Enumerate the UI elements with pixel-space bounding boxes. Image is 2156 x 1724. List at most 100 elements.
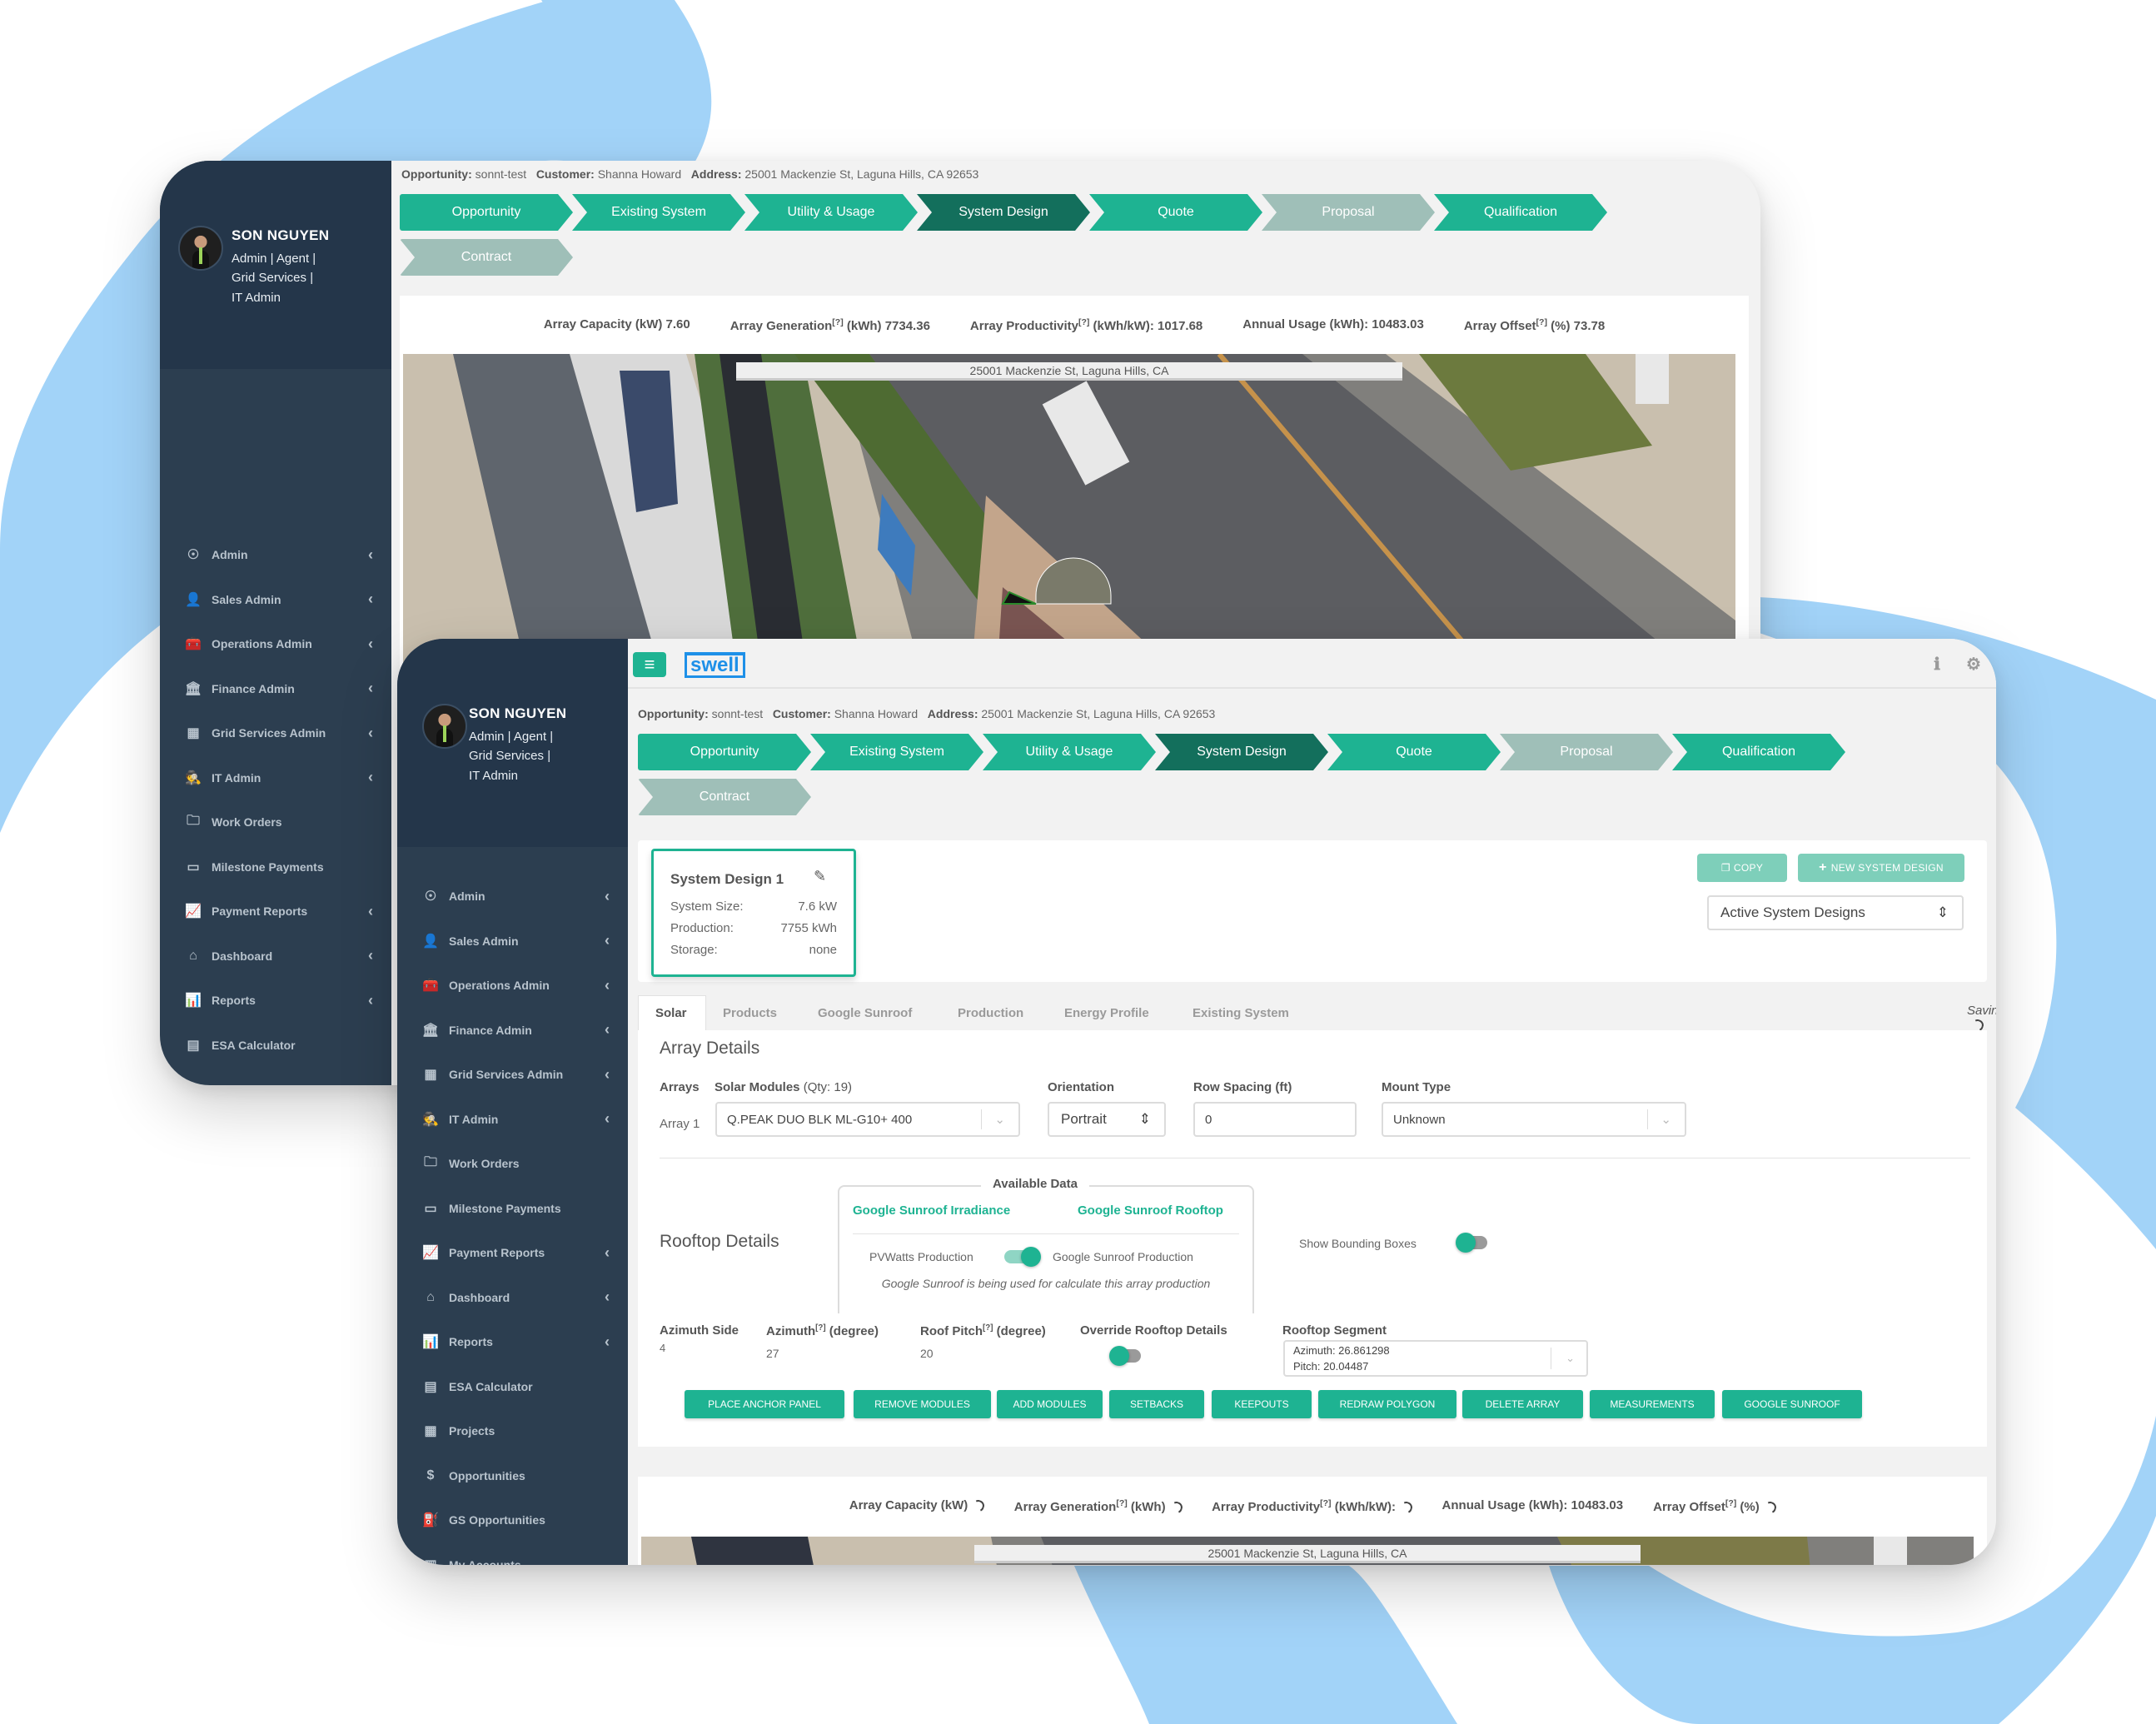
calculator-icon: ▤ (424, 1379, 437, 1394)
sidebar-item-work-orders[interactable]: 🗀 Work Orders (160, 810, 391, 835)
sidebar-item-dashboard[interactable]: ⌂ Dashboard ‹ (160, 944, 391, 969)
info-icon[interactable]: ℹ (1927, 654, 1947, 674)
redraw-polygon-button[interactable]: REDRAW POLYGON (1318, 1390, 1456, 1418)
pencil-icon[interactable]: ✎ (814, 868, 826, 885)
grid-icon: ▦ (424, 1424, 437, 1438)
step-system-design[interactable]: System Design (1155, 734, 1328, 770)
sunroof-irradiance-link[interactable]: Google Sunroof Irradiance (853, 1203, 1010, 1218)
keepouts-button[interactable]: KEEPOUTS (1212, 1390, 1312, 1418)
delete-array-button[interactable]: DELETE ARRAY (1462, 1390, 1583, 1418)
measurements-button[interactable]: MEASUREMENTS (1590, 1390, 1715, 1418)
sidebar-item-my-accounts[interactable]: ▥ My Accounts (397, 1552, 628, 1566)
sidebar-item-work-orders[interactable]: 🗀 Work Orders (397, 1151, 628, 1176)
solar-module-select[interactable]: Q.PEAK DUO BLK ML-G10+ 400 ⌄ (715, 1102, 1020, 1137)
step-utility-usage[interactable]: Utility & Usage (983, 734, 1156, 770)
credit-card-icon: ▭ (187, 860, 200, 874)
step-quote[interactable]: Quote (1089, 194, 1262, 231)
swell-logo[interactable]: swell (685, 652, 745, 678)
array-details-title: Array Details (660, 1039, 760, 1058)
sunroof-rooftop-link[interactable]: Google Sunroof Rooftop (1078, 1203, 1223, 1218)
tab-google-sunroof[interactable]: Google Sunroof (801, 995, 941, 1030)
bounding-boxes-toggle[interactable] (1456, 1232, 1489, 1253)
tab-energy-profile[interactable]: Energy Profile (1048, 995, 1176, 1030)
step-existing-system[interactable]: Existing System (810, 734, 983, 770)
step-contract[interactable]: Contract (400, 239, 573, 276)
map-address-bar: 25001 Mackenzie St, Laguna Hills, CA (736, 362, 1402, 381)
sidebar-item-reports[interactable]: 📊 Reports ‹ (397, 1329, 628, 1354)
step-proposal[interactable]: Proposal (1500, 734, 1673, 770)
step-qualification[interactable]: Qualification (1434, 194, 1607, 231)
sidebar-item-finance-admin[interactable]: 🏛 Finance Admin ‹ (160, 676, 391, 701)
dollar-icon: $ (426, 1467, 435, 1482)
tab-products[interactable]: Products (706, 995, 801, 1030)
sidebar-item-finance-admin[interactable]: 🏛 Finance Admin ‹ (397, 1018, 628, 1043)
step-opportunity[interactable]: Opportunity (638, 734, 811, 770)
google-sunroof-button[interactable]: GOOGLE SUNROOF (1722, 1390, 1862, 1418)
mount-type-select[interactable]: Unknown ⌄ (1382, 1102, 1686, 1137)
system-design-card[interactable]: System Design 1 ✎ System Size: 7.6 kW Prod… (651, 849, 856, 977)
satellite-map[interactable]: 25001 Mackenzie St, Laguna Hills, CA (641, 1537, 1974, 1565)
sidebar-item-esa-calculator[interactable]: ▤ ESA Calculator (160, 1033, 391, 1058)
setbacks-button[interactable]: SETBACKS (1109, 1390, 1204, 1418)
step-system-design[interactable]: System Design (917, 194, 1090, 231)
rooftop-segment-select[interactable]: Azimuth: 26.861298 Pitch: 20.04487 ⌄ (1283, 1340, 1588, 1377)
step-quote[interactable]: Quote (1327, 734, 1501, 770)
sidebar-item-sales-admin[interactable]: 👤 Sales Admin ‹ (160, 587, 391, 612)
sidebar-item-it-admin[interactable]: 🕵 IT Admin ‹ (397, 1107, 628, 1132)
step-proposal[interactable]: Proposal (1262, 194, 1435, 231)
new-system-design-button[interactable]: + NEW SYSTEM DESIGN (1798, 854, 1964, 882)
menu-toggle-button[interactable]: ≡ (633, 652, 666, 677)
sidebar-item-grid-services-admin[interactable]: ▦ Grid Services Admin ‹ (397, 1062, 628, 1087)
sidebar-item-label: IT Admin (449, 1112, 499, 1126)
sunroof-production-label: Google Sunroof Production (1053, 1250, 1193, 1263)
tab-production[interactable]: Production (941, 995, 1048, 1030)
sidebar-item-payment-reports[interactable]: 📈 Payment Reports ‹ (160, 899, 391, 924)
sidebar-item-milestone-payments[interactable]: ▭ Milestone Payments (160, 855, 391, 879)
row-spacing-input[interactable]: 0 (1193, 1102, 1357, 1137)
sidebar-item-label: Milestone Payments (449, 1201, 561, 1215)
stat-offset: Array Offset[?] (%) (1653, 1498, 1778, 1514)
step-qualification[interactable]: Qualification (1672, 734, 1845, 770)
universal-access-icon: ☉ (424, 889, 437, 904)
sidebar-item-esa-calculator[interactable]: ▤ ESA Calculator (397, 1374, 628, 1399)
chart-line-icon: 📈 (422, 1246, 439, 1260)
step-utility-usage[interactable]: Utility & Usage (744, 194, 918, 231)
step-existing-system[interactable]: Existing System (572, 194, 745, 231)
override-rooftop-toggle[interactable] (1109, 1345, 1143, 1367)
roof-pitch-label: Roof Pitch[?] (degree) (920, 1323, 1046, 1338)
sidebar-item-grid-services-admin[interactable]: ▦ Grid Services Admin ‹ (160, 720, 391, 745)
production-source-toggle[interactable] (1004, 1247, 1041, 1267)
credit-card-icon: ▭ (424, 1201, 437, 1216)
sidebar-item-operations-admin[interactable]: 🧰 Operations Admin ‹ (397, 973, 628, 998)
add-modules-button[interactable]: ADD MODULES (997, 1390, 1103, 1418)
folder-icon: 🗀 (423, 1154, 437, 1169)
design-filter-select[interactable]: Active System Designs ⇕ (1707, 895, 1964, 930)
orientation-select[interactable]: Portrait ⇕ (1048, 1102, 1166, 1137)
step-opportunity[interactable]: Opportunity (400, 194, 573, 231)
sidebar-item-reports[interactable]: 📊 Reports ‹ (160, 988, 391, 1013)
sidebar-item-milestone-payments[interactable]: ▭ Milestone Payments (397, 1196, 628, 1221)
sidebar-item-sales-admin[interactable]: 👤 Sales Admin ‹ (397, 929, 628, 954)
sidebar-item-dashboard[interactable]: ⌂ Dashboard ‹ (397, 1285, 628, 1310)
sidebar-item-projects[interactable]: ▦ Projects (397, 1418, 628, 1443)
sidebar-item-operations-admin[interactable]: 🧰 Operations Admin ‹ (160, 631, 391, 656)
tab-solar[interactable]: Solar (638, 995, 706, 1030)
sidebar-item-gs-opportunities[interactable]: ⛽ GS Opportunities (397, 1507, 628, 1532)
sidebar-item-admin[interactable]: ☉ Admin ‹ (160, 542, 391, 567)
remove-modules-button[interactable]: REMOVE MODULES (854, 1390, 991, 1418)
bounding-boxes-label: Show Bounding Boxes (1299, 1237, 1417, 1250)
tab-existing-system[interactable]: Existing System (1176, 995, 1309, 1030)
building-outline-icon: ▥ (424, 1557, 437, 1566)
sidebar-item-admin[interactable]: ☉ Admin ‹ (397, 884, 628, 909)
place-anchor-panel-button[interactable]: PLACE ANCHOR PANEL (685, 1390, 844, 1418)
sidebar-item-it-admin[interactable]: 🕵 IT Admin ‹ (160, 765, 391, 790)
step-contract[interactable]: Contract (638, 779, 811, 815)
chart-bar-icon: 📊 (422, 1335, 439, 1349)
sidebar-item-opportunities[interactable]: $ Opportunities (397, 1463, 628, 1488)
copy-button[interactable]: ❐ COPY (1697, 854, 1787, 882)
sidebar-item-projects[interactable]: ▦ Projects (160, 1077, 391, 1085)
sidebar-item-payment-reports[interactable]: 📈 Payment Reports ‹ (397, 1240, 628, 1265)
gear-icon[interactable]: ⚙ (1964, 654, 1984, 674)
plus-icon: + (1819, 860, 1827, 874)
sidebar-item-label: Sales Admin (212, 592, 281, 606)
